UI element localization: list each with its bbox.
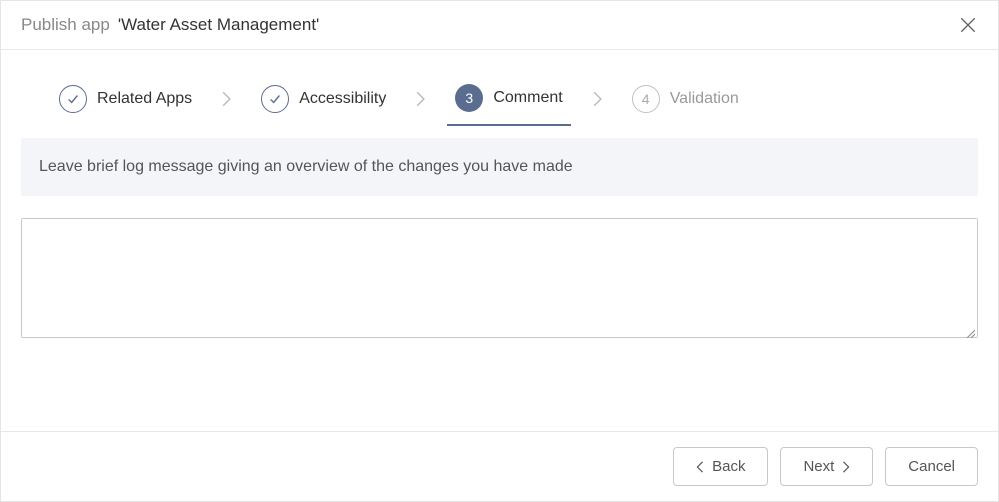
check-icon	[59, 85, 87, 113]
publish-modal: Publish app 'Water Asset Management' Rel…	[0, 0, 999, 502]
close-icon	[959, 16, 977, 34]
instruction-text: Leave brief log message giving an overvi…	[21, 138, 978, 196]
comment-field-wrap	[21, 218, 978, 338]
step-number: 3	[455, 84, 483, 112]
chevron-right-icon	[593, 91, 602, 107]
modal-header: Publish app 'Water Asset Management'	[1, 1, 998, 50]
button-label: Cancel	[908, 458, 955, 475]
close-button[interactable]	[958, 15, 978, 35]
step-related-apps[interactable]: Related Apps	[51, 75, 200, 123]
step-label: Accessibility	[299, 90, 386, 108]
header-title: Publish app	[21, 15, 110, 35]
chevron-right-icon	[842, 461, 850, 473]
comment-input[interactable]	[22, 219, 977, 337]
step-number: 4	[632, 85, 660, 113]
check-icon	[261, 85, 289, 113]
stepper: Related Apps Accessibility	[21, 74, 978, 124]
chevron-left-icon	[696, 461, 704, 473]
chevron-right-icon	[416, 91, 425, 107]
next-button[interactable]: Next	[780, 447, 873, 486]
modal-content: Related Apps Accessibility	[1, 50, 998, 431]
button-label: Next	[803, 458, 834, 475]
step-label: Validation	[670, 90, 739, 108]
cancel-button[interactable]: Cancel	[885, 447, 978, 486]
step-accessibility[interactable]: Accessibility	[253, 75, 394, 123]
chevron-right-icon	[222, 91, 231, 107]
step-validation: 4 Validation	[624, 75, 747, 123]
step-label: Comment	[493, 89, 562, 107]
header-app-name: 'Water Asset Management'	[118, 15, 319, 35]
step-comment[interactable]: 3 Comment	[447, 74, 570, 126]
back-button[interactable]: Back	[673, 447, 768, 486]
step-label: Related Apps	[97, 90, 192, 108]
button-label: Back	[712, 458, 745, 475]
modal-footer: Back Next Cancel	[1, 431, 998, 501]
